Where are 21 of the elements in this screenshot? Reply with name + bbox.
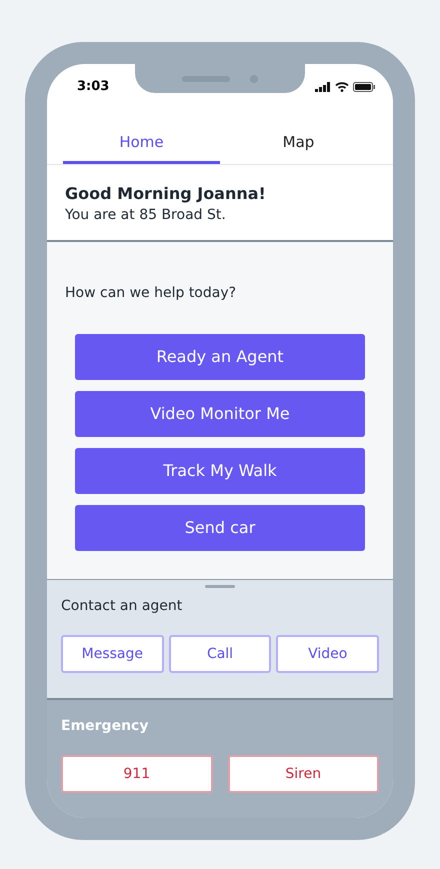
contact-button[interactable]: Call <box>168 635 272 673</box>
contact-title: Contact an agent <box>61 597 184 616</box>
greeting-title: Good Morning Joanna! <box>65 183 267 205</box>
status-time: 3:03 <box>77 78 110 96</box>
action-button[interactable]: Video Monitor Me <box>75 391 365 437</box>
emergency-button[interactable]: Siren <box>228 755 379 793</box>
action-button[interactable]: Ready an Agent <box>75 334 365 380</box>
action-button[interactable]: Track My Walk <box>75 448 365 494</box>
signal-icon <box>315 82 331 92</box>
battery-icon <box>353 82 375 92</box>
tab[interactable]: Home <box>63 124 220 164</box>
contact-button[interactable]: Message <box>61 635 164 673</box>
contact-button[interactable]: Video <box>276 635 380 673</box>
emergency-title: Emergency <box>61 717 150 736</box>
wifi-icon <box>335 82 349 92</box>
emergency-button[interactable]: 911 <box>61 755 212 793</box>
tab[interactable]: Map <box>220 124 377 164</box>
sheet-handle[interactable] <box>205 585 235 588</box>
location-text: You are at 85 Broad St. <box>65 206 227 225</box>
help-prompt: How can we help today? <box>65 284 238 303</box>
action-button[interactable]: Send car <box>75 505 365 551</box>
